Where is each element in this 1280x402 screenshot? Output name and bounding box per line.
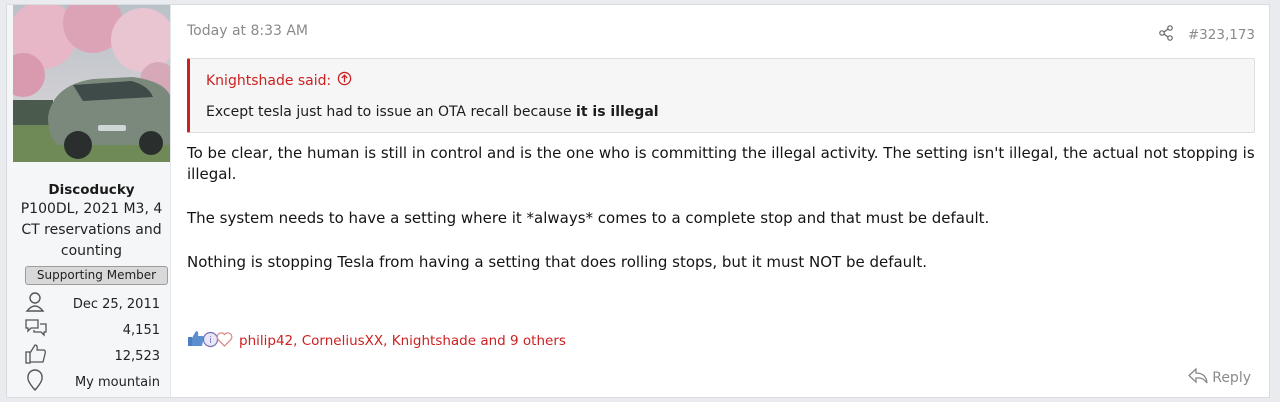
location-stat: My mountain [25, 369, 170, 395]
messages-count: 4,151 [122, 322, 160, 338]
post-meta: #323,173 [1158, 25, 1255, 45]
username[interactable]: Discoducky [13, 182, 170, 198]
reaction-icons: i [187, 330, 233, 352]
reactions-users[interactable]: philip42, CorneliusXX, Knightshade and 9… [239, 333, 566, 349]
post-paragraph: The system needs to have a setting where… [187, 209, 990, 227]
arrow-up-circle-icon[interactable] [337, 71, 352, 90]
post-time[interactable]: Today at 8:33 AM [187, 23, 308, 39]
svg-text:i: i [209, 336, 212, 346]
quote-text: Except tesla just had to issue an OTA re… [206, 104, 659, 120]
quote-author-link[interactable]: Knightshade said: [206, 71, 1254, 90]
post-main: Today at 8:33 AM #323,173 Knightshade sa… [171, 5, 1269, 397]
quote-author[interactable]: Knightshade said: [206, 73, 331, 89]
person-icon [25, 291, 47, 317]
share-icon[interactable] [1158, 25, 1174, 45]
reaction-score-stat: 12,523 [25, 343, 170, 369]
post-number[interactable]: #323,173 [1188, 27, 1255, 43]
user-title: P100DL, 2021 M3, 4 CT reservations and c… [20, 201, 163, 259]
love-reaction-icon [216, 331, 233, 352]
user-panel: Discoducky P100DL, 2021 M3, 4 CT reserva… [7, 5, 171, 397]
quote-block: Knightshade said: Except tesla just had … [187, 58, 1255, 133]
location-pin-icon [25, 369, 47, 395]
thumbs-up-icon [25, 343, 47, 369]
post-container: Discoducky P100DL, 2021 M3, 4 CT reserva… [6, 4, 1270, 398]
reply-arrow-icon [1188, 367, 1208, 389]
messages-stat: 4,151 [25, 317, 170, 343]
supporting-member-badge: Supporting Member [25, 266, 168, 285]
reply-label[interactable]: Reply [1212, 370, 1251, 386]
reactions-bar[interactable]: i philip42, CorneliusXX, Knightshade and… [187, 330, 566, 352]
joined-stat: Dec 25, 2011 [25, 291, 170, 317]
location[interactable]: My mountain [75, 375, 160, 390]
chat-bubbles-icon [25, 317, 47, 343]
post-paragraph: Nothing is stopping Tesla from having a … [187, 253, 928, 271]
post-paragraph: To be clear, the human is still in contr… [187, 144, 1255, 183]
avatar[interactable] [13, 5, 170, 162]
joined-date: Dec 25, 2011 [72, 296, 160, 312]
post-body: To be clear, the human is still in contr… [187, 143, 1255, 296]
reaction-score: 12,523 [114, 348, 161, 364]
reply-button[interactable]: Reply [1188, 367, 1251, 389]
